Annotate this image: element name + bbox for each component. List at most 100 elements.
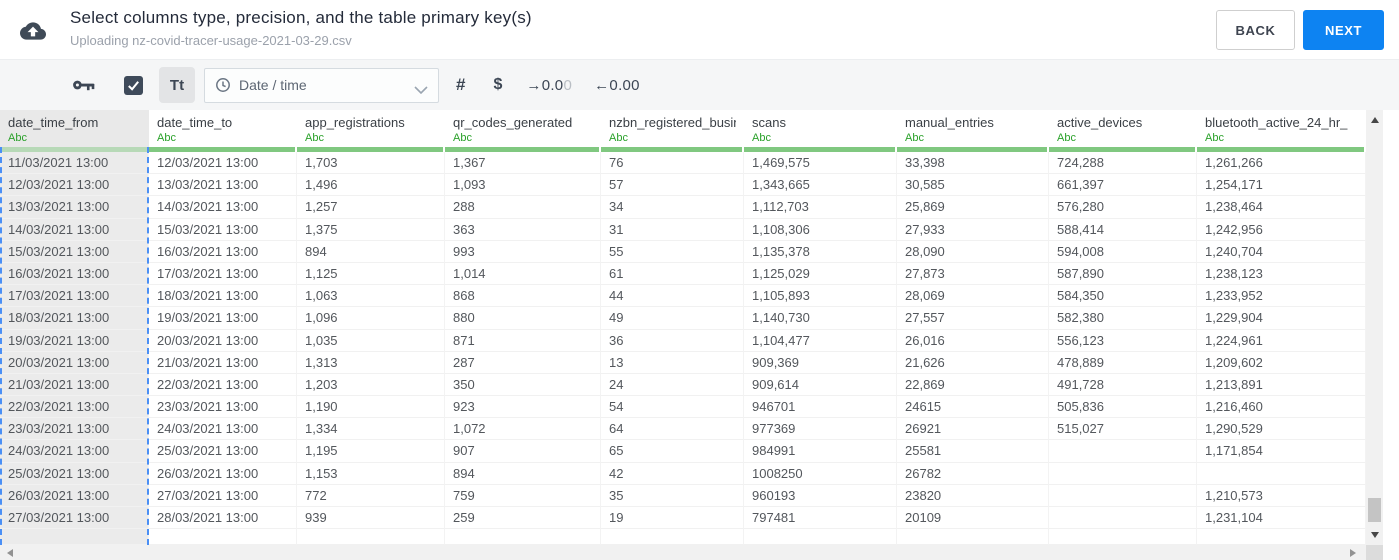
- table-cell[interactable]: 363: [445, 218, 601, 241]
- table-cell[interactable]: [445, 529, 601, 545]
- table-cell[interactable]: 49: [601, 307, 744, 330]
- table-cell[interactable]: 18/03/2021 13:00: [149, 285, 297, 308]
- table-cell[interactable]: 1,213,891: [1197, 373, 1366, 397]
- table-cell[interactable]: 13/03/2021 13:00: [0, 196, 149, 219]
- table-cell[interactable]: 287: [445, 351, 601, 374]
- table-cell[interactable]: [601, 529, 744, 545]
- table-cell[interactable]: 61: [601, 262, 744, 286]
- table-cell[interactable]: 36: [601, 329, 744, 352]
- table-cell[interactable]: 25/03/2021 13:00: [0, 462, 149, 485]
- table-cell[interactable]: 33,398: [897, 152, 1049, 175]
- table-cell[interactable]: 27,933: [897, 218, 1049, 241]
- table-cell[interactable]: 1,035: [297, 329, 445, 352]
- table-cell[interactable]: 894: [445, 462, 601, 485]
- table-cell[interactable]: 984991: [744, 440, 897, 463]
- table-cell[interactable]: 27/03/2021 13:00: [0, 507, 149, 530]
- table-cell[interactable]: 993: [445, 240, 601, 263]
- table-cell[interactable]: 1,063: [297, 285, 445, 308]
- table-cell[interactable]: 1,210,573: [1197, 484, 1366, 507]
- table-cell[interactable]: 1,334: [297, 418, 445, 441]
- table-cell[interactable]: 12/03/2021 13:00: [149, 152, 297, 175]
- table-cell[interactable]: 1,153: [297, 462, 445, 485]
- table-cell[interactable]: 515,027: [1049, 418, 1197, 441]
- table-cell[interactable]: 17/03/2021 13:00: [0, 285, 149, 308]
- table-cell[interactable]: 22/03/2021 13:00: [149, 373, 297, 397]
- table-cell[interactable]: [1049, 529, 1197, 545]
- table-cell[interactable]: 909,369: [744, 351, 897, 374]
- table-cell[interactable]: 907: [445, 440, 601, 463]
- table-cell[interactable]: 24: [601, 373, 744, 397]
- table-cell[interactable]: [1197, 462, 1366, 485]
- table-cell[interactable]: 1,209,602: [1197, 351, 1366, 374]
- table-cell[interactable]: 1,261,266: [1197, 152, 1366, 175]
- table-cell[interactable]: [0, 529, 149, 545]
- table-cell[interactable]: 1,224,961: [1197, 329, 1366, 352]
- table-cell[interactable]: 1,203: [297, 373, 445, 397]
- table-cell[interactable]: 22/03/2021 13:00: [0, 396, 149, 419]
- table-cell[interactable]: 1,140,730: [744, 307, 897, 330]
- table-cell[interactable]: 25,869: [897, 196, 1049, 219]
- table-cell[interactable]: 1,375: [297, 218, 445, 241]
- table-cell[interactable]: 1,104,477: [744, 329, 897, 352]
- table-cell[interactable]: 946701: [744, 396, 897, 419]
- table-cell[interactable]: 15/03/2021 13:00: [0, 240, 149, 263]
- table-cell[interactable]: [1049, 440, 1197, 463]
- table-cell[interactable]: 28,069: [897, 285, 1049, 308]
- table-cell[interactable]: 868: [445, 285, 601, 308]
- table-cell[interactable]: [1049, 484, 1197, 507]
- table-cell[interactable]: 880: [445, 307, 601, 330]
- table-cell[interactable]: 20/03/2021 13:00: [149, 329, 297, 352]
- table-cell[interactable]: 22,869: [897, 373, 1049, 397]
- table-cell[interactable]: 65: [601, 440, 744, 463]
- table-cell[interactable]: 582,380: [1049, 307, 1197, 330]
- table-cell[interactable]: 21,626: [897, 351, 1049, 374]
- table-cell[interactable]: 594,008: [1049, 240, 1197, 263]
- table-cell[interactable]: 31: [601, 218, 744, 241]
- table-cell[interactable]: 25581: [897, 440, 1049, 463]
- table-cell[interactable]: 30,585: [897, 174, 1049, 197]
- table-cell[interactable]: 54: [601, 396, 744, 419]
- table-cell[interactable]: 25/03/2021 13:00: [149, 440, 297, 463]
- vertical-scrollbar[interactable]: [1366, 110, 1383, 545]
- table-cell[interactable]: 797481: [744, 507, 897, 530]
- table-cell[interactable]: 1,343,665: [744, 174, 897, 197]
- table-cell[interactable]: 26921: [897, 418, 1049, 441]
- table-cell[interactable]: 20/03/2021 13:00: [0, 351, 149, 374]
- table-cell[interactable]: 11/03/2021 13:00: [0, 152, 149, 175]
- table-cell[interactable]: 1,367: [445, 152, 601, 175]
- table-cell[interactable]: 977369: [744, 418, 897, 441]
- table-cell[interactable]: 1008250: [744, 462, 897, 485]
- table-cell[interactable]: 13/03/2021 13:00: [149, 174, 297, 197]
- table-cell[interactable]: 17/03/2021 13:00: [149, 262, 297, 286]
- table-cell[interactable]: 1,190: [297, 396, 445, 419]
- vertical-scroll-thumb[interactable]: [1368, 498, 1381, 522]
- table-cell[interactable]: 1,216,460: [1197, 396, 1366, 419]
- table-cell[interactable]: 21/03/2021 13:00: [149, 351, 297, 374]
- table-cell[interactable]: 19/03/2021 13:00: [0, 329, 149, 352]
- table-cell[interactable]: 13: [601, 351, 744, 374]
- table-cell[interactable]: 28/03/2021 13:00: [149, 507, 297, 530]
- table-cell[interactable]: 478,889: [1049, 351, 1197, 374]
- scroll-up-arrow[interactable]: [1370, 117, 1379, 123]
- decimal-increase-button[interactable]: ←0.00: [594, 77, 640, 94]
- table-cell[interactable]: 57: [601, 174, 744, 197]
- table-cell[interactable]: 894: [297, 240, 445, 263]
- table-cell[interactable]: 26/03/2021 13:00: [0, 484, 149, 507]
- table-cell[interactable]: [1049, 507, 1197, 530]
- table-cell[interactable]: [297, 529, 445, 545]
- table-cell[interactable]: 15/03/2021 13:00: [149, 218, 297, 241]
- next-button[interactable]: NEXT: [1303, 10, 1384, 50]
- table-cell[interactable]: 1,096: [297, 307, 445, 330]
- table-cell[interactable]: 1,135,378: [744, 240, 897, 263]
- column-header-active_devices[interactable]: active_devices Abc: [1049, 110, 1197, 152]
- table-cell[interactable]: [149, 529, 297, 545]
- table-cell[interactable]: 939: [297, 507, 445, 530]
- table-cell[interactable]: 871: [445, 329, 601, 352]
- table-cell[interactable]: 1,072: [445, 418, 601, 441]
- table-cell[interactable]: 26,016: [897, 329, 1049, 352]
- table-cell[interactable]: 759: [445, 484, 601, 507]
- table-cell[interactable]: 14/03/2021 13:00: [149, 196, 297, 219]
- table-cell[interactable]: 1,105,893: [744, 285, 897, 308]
- table-cell[interactable]: 491,728: [1049, 373, 1197, 397]
- table-cell[interactable]: 1,108,306: [744, 218, 897, 241]
